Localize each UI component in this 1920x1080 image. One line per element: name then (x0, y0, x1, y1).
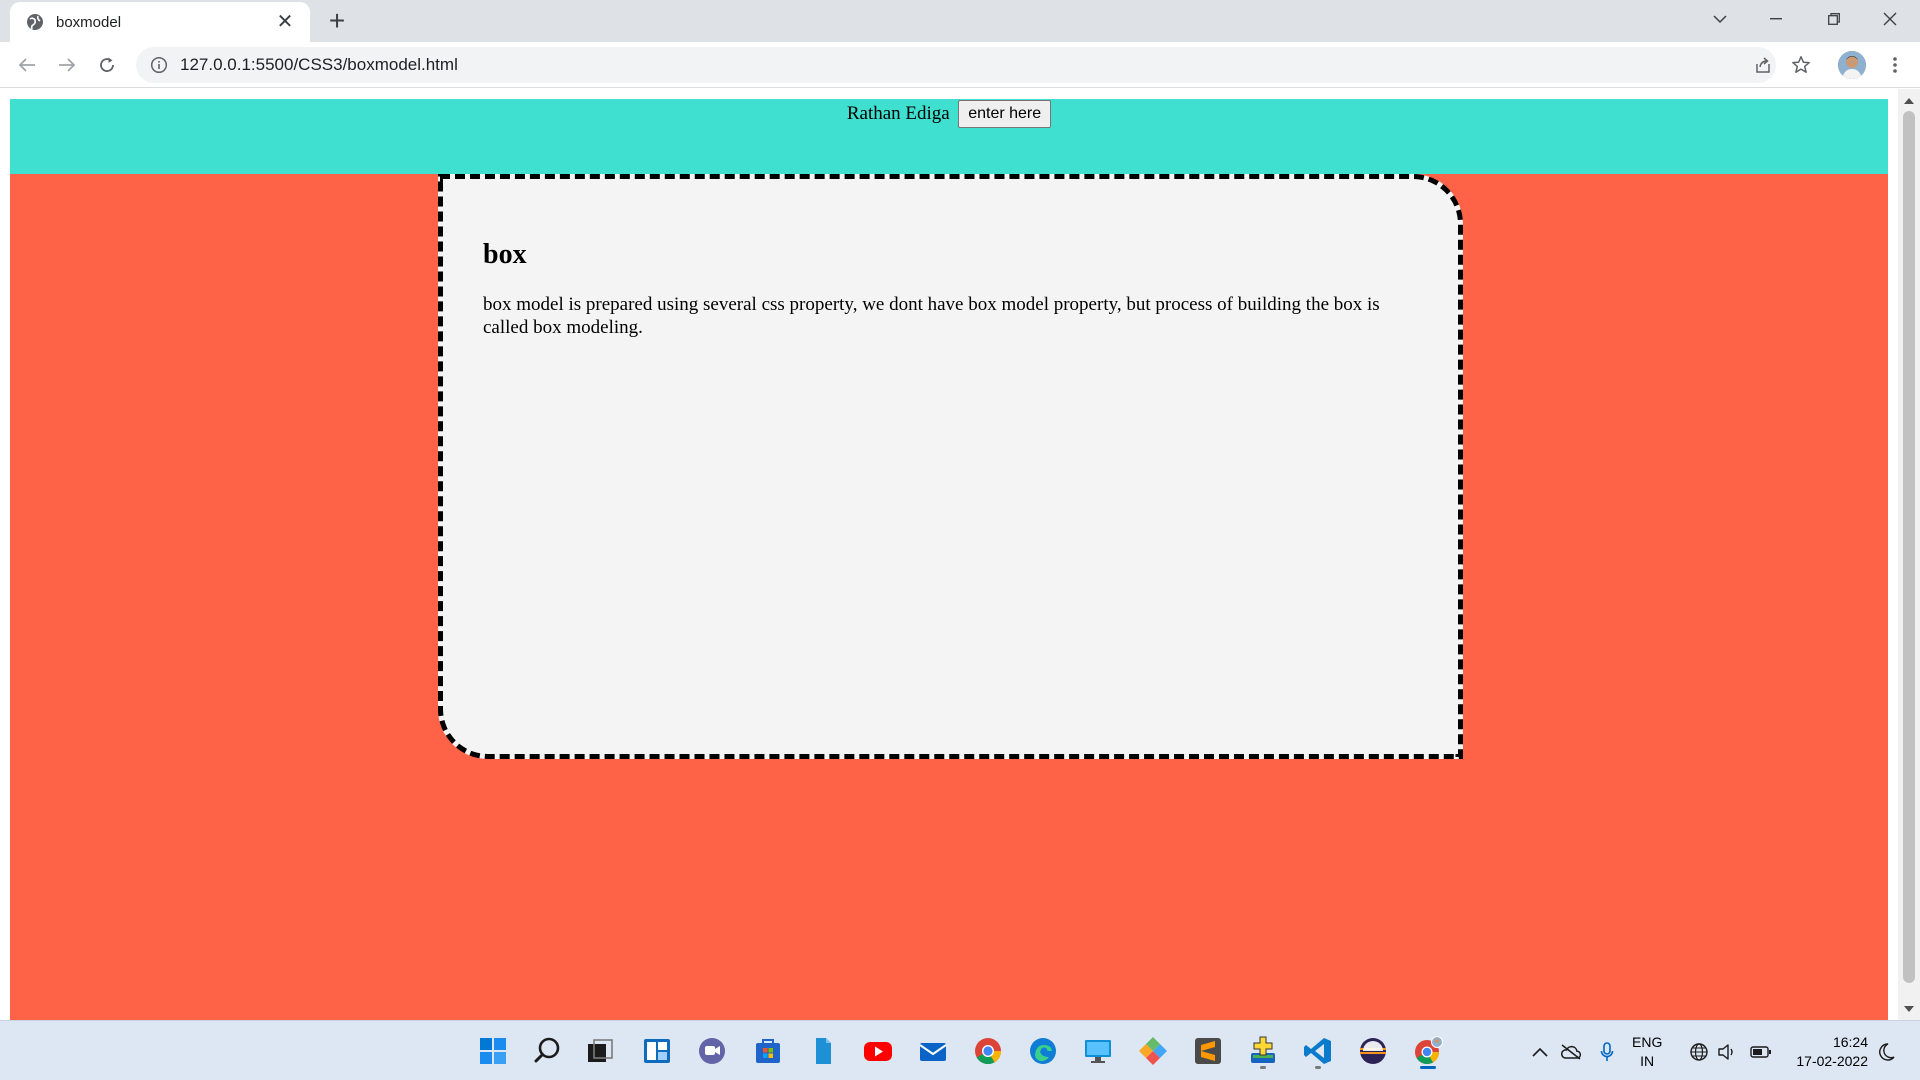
microsoft-store-icon[interactable] (750, 1033, 786, 1069)
teams-chat-icon[interactable] (694, 1033, 730, 1069)
chevron-up-icon[interactable] (1529, 1041, 1551, 1063)
eclipse-icon[interactable] (1355, 1033, 1391, 1069)
url-text[interactable]: 127.0.0.1:5500/CSS3/boxmodel.html (180, 55, 458, 75)
active-indicator (1420, 1066, 1436, 1069)
chrome-profile-icon[interactable] (1410, 1033, 1446, 1069)
microphone-icon[interactable] (1596, 1041, 1618, 1063)
scroll-thumb[interactable] (1903, 111, 1915, 983)
author-name: Rathan Ediga (846, 103, 950, 124)
more-vert-icon (1893, 57, 1897, 73)
forward-arrow-icon (59, 58, 76, 72)
box-heading: box (483, 239, 527, 270)
minimize-button[interactable] (1748, 0, 1804, 38)
share-button[interactable] (1748, 50, 1778, 80)
clock-date: 17-02-2022 (1796, 1053, 1868, 1069)
new-tab-button[interactable]: + (322, 6, 352, 36)
chrome-icon[interactable] (970, 1033, 1006, 1069)
page-viewport: Rathan Ediga enter here box box model is… (0, 89, 1920, 1020)
tab-strip: boxmodel ✕ + (0, 0, 1920, 42)
reload-button[interactable] (92, 50, 122, 80)
running-indicator (1315, 1066, 1321, 1069)
content-box: box box model is prepared using several … (438, 174, 1463, 759)
sublime-text-icon[interactable] (1190, 1033, 1226, 1069)
mail-icon[interactable] (915, 1033, 951, 1069)
remote-desktop-icon[interactable] (1080, 1033, 1116, 1069)
vscode-icon[interactable] (1300, 1033, 1336, 1069)
onedrive-icon[interactable] (1560, 1041, 1582, 1063)
bookmark-button[interactable] (1786, 50, 1816, 80)
close-tab-icon[interactable]: ✕ (274, 11, 296, 33)
language-indicator[interactable]: ENG IN (1632, 1033, 1662, 1071)
star-icon (1792, 56, 1810, 73)
reload-icon (100, 57, 114, 72)
search-icon[interactable] (530, 1033, 566, 1069)
task-view-icon[interactable] (582, 1033, 618, 1069)
back-arrow-icon (18, 58, 35, 72)
globe-icon (27, 14, 43, 30)
battery-icon[interactable] (1750, 1041, 1772, 1063)
forward-button[interactable] (52, 50, 82, 80)
tab-search-icon[interactable] (1692, 0, 1748, 38)
windows-start-icon[interactable] (475, 1033, 511, 1069)
site-info-icon[interactable] (150, 56, 168, 74)
box-paragraph: box model is prepared using several css … (483, 294, 1380, 338)
region-code: IN (1640, 1053, 1655, 1069)
edge-icon[interactable] (1025, 1033, 1061, 1069)
back-button[interactable] (12, 50, 42, 80)
language-code: ENG (1632, 1034, 1663, 1050)
scroll-up-arrow-icon[interactable] (1904, 98, 1914, 104)
header-band: Rathan Ediga enter here (10, 99, 1888, 174)
focus-moon-icon[interactable] (1876, 1041, 1898, 1063)
scroll-down-arrow-icon[interactable] (1904, 1006, 1914, 1012)
close-window-button[interactable] (1862, 0, 1918, 38)
app-icon[interactable] (1135, 1033, 1171, 1069)
restore-button[interactable] (1806, 0, 1862, 38)
tab-title: boxmodel (56, 13, 122, 31)
vertical-scrollbar[interactable] (1898, 89, 1920, 1020)
volume-icon[interactable] (1716, 1041, 1738, 1063)
network-globe-icon[interactable] (1688, 1041, 1710, 1063)
clock-time: 16:24 (1832, 1034, 1868, 1050)
profile-avatar[interactable] (1838, 51, 1866, 79)
enter-here-button[interactable]: enter here (958, 100, 1052, 128)
browser-menu-button[interactable] (1880, 50, 1910, 80)
system-clock[interactable]: 16:24 17-02-2022 (1782, 1033, 1868, 1071)
browser-tab[interactable]: boxmodel ✕ (10, 2, 310, 42)
share-icon (1756, 57, 1770, 73)
avatar-icon (1838, 51, 1866, 79)
running-indicator (1260, 1066, 1266, 1069)
browser-toolbar: 127.0.0.1:5500/CSS3/boxmodel.html (0, 42, 1920, 88)
address-bar[interactable]: 127.0.0.1:5500/CSS3/boxmodel.html (136, 47, 1776, 83)
file-icon[interactable] (805, 1033, 841, 1069)
page-body: Rathan Ediga enter here box box model is… (10, 99, 1888, 1020)
installer-icon[interactable] (1245, 1033, 1281, 1069)
widgets-icon[interactable] (639, 1033, 675, 1069)
taskbar: ENG IN 16:24 17-02-2022 (0, 1020, 1920, 1080)
youtube-icon[interactable] (860, 1033, 896, 1069)
